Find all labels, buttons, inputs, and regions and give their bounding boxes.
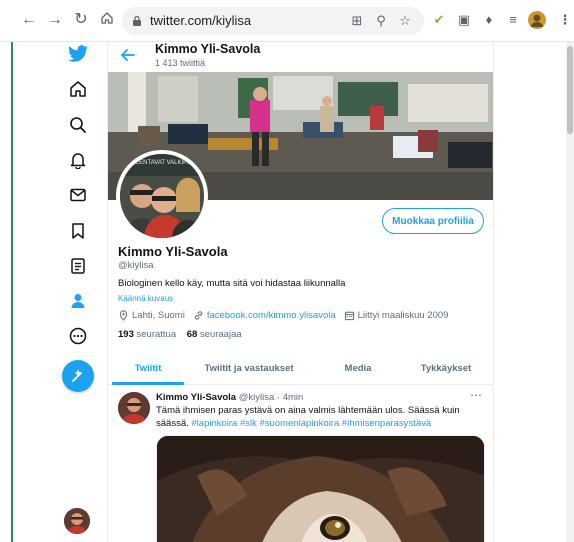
website-link[interactable]: facebook.com/kimmo.ylisavola: [207, 310, 336, 321]
home-icon[interactable]: [66, 77, 90, 101]
location-item: Lahti, Suomi: [118, 310, 185, 321]
following-label: seurattua: [136, 329, 177, 340]
followers-count: 68: [186, 329, 198, 340]
install-app-icon[interactable]: ⊞: [348, 12, 366, 30]
tab-tweets[interactable]: Twiitit: [112, 351, 184, 385]
browser-toolbar: ← → ↻ twitter.com/kiylisa ⊞ ⚲ ☆ ✔ ▣ ♦ ≡ …: [0, 0, 574, 42]
notifications-icon[interactable]: [66, 148, 90, 172]
tweet-time[interactable]: 4min: [283, 392, 304, 403]
browser-menu-icon[interactable]: ⋮: [556, 11, 574, 29]
profile-meta: Lahti, Suomi facebook.com/kimmo.ylisavol…: [118, 310, 456, 321]
bookmark-star-icon[interactable]: ☆: [396, 12, 414, 30]
reading-list-icon[interactable]: ≡: [504, 11, 522, 29]
banner-sign-text: JAKEENTAVAT VALKIPELIT: [124, 160, 200, 166]
account-avatar[interactable]: [64, 508, 90, 534]
more-options-icon[interactable]: ⋯: [470, 388, 483, 402]
extensions-puzzle-icon[interactable]: ♦: [480, 11, 498, 29]
following-count: 193: [118, 329, 134, 340]
active-tab-indicator: [112, 382, 184, 385]
profile-picture[interactable]: JAKEENTAVAT VALKIPELIT: [116, 150, 208, 242]
extension-screenshot-icon[interactable]: ▣: [455, 11, 473, 29]
twitter-logo-icon[interactable]: [66, 42, 90, 66]
tweet-author-handle[interactable]: @kiylisa: [239, 392, 275, 403]
extension-check-icon[interactable]: ✔: [430, 11, 448, 29]
messages-icon[interactable]: [66, 183, 90, 207]
followers-label: seuraajaa: [199, 329, 242, 340]
tweet-author-name[interactable]: Kimmo Yli-Savola: [156, 392, 236, 403]
profile-column: Kimmo Yli-Savola 1 413 twiittiä JAKEENTA…: [107, 42, 494, 542]
tab-media[interactable]: Media: [320, 351, 396, 385]
scrollbar-thumb[interactable]: [567, 46, 573, 134]
follow-stats: 193 seurattua 68 seuraajaa: [118, 329, 242, 340]
profile-bio: Biologinen kello käy, mutta sitä voi hid…: [118, 278, 346, 289]
joined-item: Liittyi maaliskuu 2009: [344, 310, 449, 321]
sidebar-nav: [56, 42, 100, 542]
tweet-separator: ·: [276, 392, 281, 403]
tweet-photo[interactable]: [156, 435, 485, 542]
tab-likes[interactable]: Tykkäykset: [404, 351, 488, 385]
url-text: twitter.com/kiylisa: [150, 13, 252, 28]
profile-handle: @kiylisa: [118, 260, 154, 271]
tab-tweets-and-replies[interactable]: Twiitit ja vastaukset: [190, 351, 308, 385]
tweet-author-avatar[interactable]: [118, 392, 150, 424]
location-pin-icon: [119, 310, 128, 321]
back-arrow-icon[interactable]: [120, 47, 136, 63]
lock-icon: [133, 15, 141, 26]
back-icon[interactable]: ←: [20, 11, 38, 29]
header-tweet-count: 1 413 twiittiä: [155, 58, 206, 68]
window-edge: [11, 42, 13, 542]
link-icon: [194, 311, 203, 320]
profile-icon[interactable]: [66, 289, 90, 313]
compose-tweet-icon: [72, 370, 82, 382]
compose-tweet-button[interactable]: [62, 360, 94, 392]
bookmarks-icon[interactable]: [66, 219, 90, 243]
location-text: Lahti, Suomi: [132, 310, 185, 321]
browser-profile-avatar[interactable]: [528, 11, 546, 29]
joined-text: Liittyi maaliskuu 2009: [357, 310, 449, 321]
header-name: Kimmo Yli-Savola: [155, 42, 261, 56]
followers-link[interactable]: 68 seuraajaa: [187, 329, 242, 340]
tweet-item[interactable]: Kimmo Yli-Savola @kiylisa · 4min ⋯ Tämä …: [108, 386, 493, 542]
profile-name: Kimmo Yli-Savola: [118, 244, 228, 259]
website-item: facebook.com/kimmo.ylisavola: [193, 310, 336, 321]
forward-icon[interactable]: →: [46, 11, 64, 29]
explore-icon[interactable]: [66, 113, 90, 137]
address-bar[interactable]: twitter.com/kiylisa ⊞ ⚲ ☆: [122, 7, 424, 35]
more-icon[interactable]: [66, 324, 90, 348]
tweet-text: Tämä ihmisen paras ystävä on aina valmis…: [156, 405, 476, 430]
translate-bio-link[interactable]: Käännä kuvaus: [118, 294, 173, 303]
lists-icon[interactable]: [66, 254, 90, 278]
profile-header: Kimmo Yli-Savola 1 413 twiittiä: [108, 42, 493, 72]
zoom-icon[interactable]: ⚲: [372, 12, 390, 30]
tweet-hashtags[interactable]: #lapinkoira #slk #suomenlapinkoira #ihmi…: [191, 418, 431, 429]
following-link[interactable]: 193 seurattua: [118, 329, 176, 340]
calendar-icon: [344, 311, 354, 321]
home-button-icon[interactable]: [98, 11, 116, 29]
edit-profile-button[interactable]: Muokkaa profiilia: [382, 208, 484, 234]
reload-icon[interactable]: ↻: [72, 11, 90, 29]
profile-tabs: Twiitit Twiitit ja vastaukset Media Tykk…: [108, 351, 493, 385]
tweet-header: Kimmo Yli-Savola @kiylisa · 4min: [156, 392, 303, 403]
